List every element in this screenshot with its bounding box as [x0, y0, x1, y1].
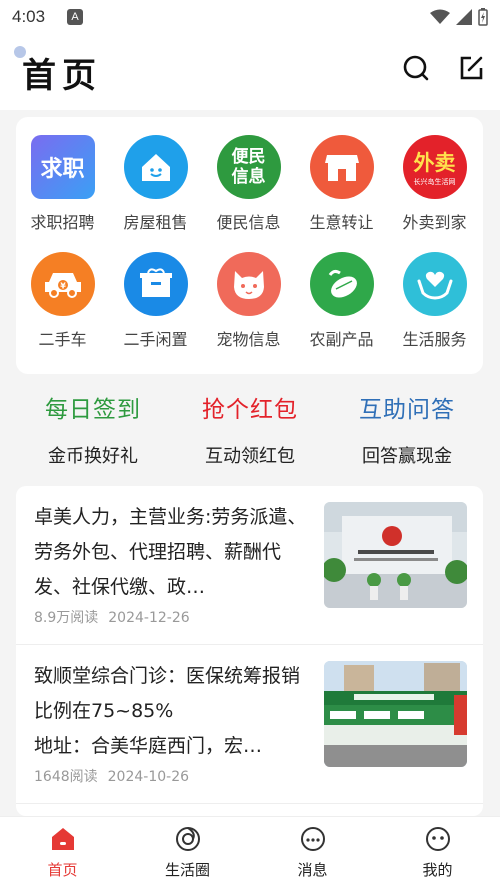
tab-home[interactable]: 首页	[0, 825, 125, 880]
grid-item-house[interactable]: 房屋租售	[109, 135, 202, 245]
mutual-qa[interactable]: 互助问答 回答赢现金	[324, 390, 490, 468]
action-title: 抢个红包	[202, 397, 298, 423]
news-thumbnail	[324, 502, 467, 608]
tab-label: 首页	[47, 861, 78, 879]
grid-item-shop[interactable]: 生意转让	[295, 135, 388, 245]
grid-item-idle[interactable]: 二手闲置	[109, 252, 202, 362]
action-subtitle: 金币换好礼	[48, 446, 138, 467]
job-icon: 求职	[30, 135, 95, 199]
shop-icon	[309, 135, 374, 199]
action-subtitle: 回答赢现金	[362, 446, 452, 467]
vegetable-icon	[309, 252, 374, 316]
profile-icon	[425, 827, 450, 851]
heart-hand-icon	[402, 252, 467, 316]
list-item[interactable]: 致顺堂综合门诊：医保统筹报销比例在75~85% 地址：合美华庭西门，宏… 164…	[16, 645, 483, 803]
divider	[16, 803, 483, 804]
quick-actions: 每日签到 金币换好礼 抢个红包 互动领红包 互助问答 回答赢现金	[0, 384, 500, 484]
battery-icon	[478, 8, 488, 26]
home-icon	[51, 828, 74, 850]
action-title: 互助问答	[359, 397, 455, 423]
wifi-icon	[430, 9, 450, 24]
status-time: 4:03	[12, 7, 46, 26]
circle-icon	[175, 827, 200, 851]
grid-item-pet[interactable]: 宠物信息	[202, 252, 295, 362]
tab-life-circle[interactable]: 生活圈	[125, 825, 250, 880]
grid-label: 求职招聘	[30, 213, 95, 232]
edit-icon	[460, 56, 483, 80]
grid-label: 生活服务	[402, 330, 467, 349]
grid-item-service[interactable]: 生活服务	[388, 252, 481, 362]
category-grid: 求职 求职招聘 房屋租售 便民 信息 便民信息 生意转让 外卖 长兴岛生活网 外…	[16, 117, 483, 374]
grid-item-delivery[interactable]: 外卖 长兴岛生活网 外卖到家	[388, 135, 481, 245]
grid-item-car[interactable]: ¥ 二手车	[16, 252, 109, 362]
news-meta: 1648阅读 2024-10-26	[34, 766, 189, 786]
news-list: 卓美人力，主营业务:劳务派遣、劳务外包、代理招聘、薪酬代发、社保代缴、政… 8.…	[16, 486, 483, 816]
grid-label: 外卖到家	[402, 213, 467, 232]
grid-item-produce[interactable]: 农副产品	[295, 252, 388, 362]
status-icons	[430, 8, 488, 26]
search-button[interactable]	[400, 52, 432, 84]
news-meta: 8.9万阅读 2024-12-26	[34, 607, 190, 627]
car-icon: ¥	[30, 252, 95, 316]
news-thumbnail	[324, 661, 467, 767]
news-title: 致顺堂综合门诊：医保统筹报销比例在75~85% 地址：合美华庭西门，宏…	[34, 665, 301, 757]
compose-button[interactable]	[455, 52, 487, 84]
grid-label: 房屋租售	[123, 213, 188, 232]
tab-profile[interactable]: 我的	[375, 825, 500, 880]
grid-label: 生意转让	[309, 213, 374, 232]
read-count: 8.9万阅读	[34, 610, 99, 626]
grid-label: 农副产品	[309, 330, 374, 349]
message-icon	[300, 827, 325, 851]
signal-icon	[456, 9, 472, 25]
action-subtitle: 互动领红包	[205, 446, 295, 467]
info-icon: 便民 信息	[216, 135, 281, 199]
tab-label: 我的	[422, 861, 453, 879]
tab-label: 消息	[297, 861, 328, 879]
house-icon	[123, 135, 188, 199]
bottom-tab-bar: 首页 生活圈 消息 我的	[0, 816, 500, 888]
read-count: 1648阅读	[34, 769, 98, 785]
publish-date: 2024-12-26	[108, 610, 190, 626]
grab-red-packet[interactable]: 抢个红包 互动领红包	[167, 390, 333, 468]
search-icon	[403, 55, 429, 81]
header: 首页	[0, 34, 500, 110]
publish-date: 2024-10-26	[107, 769, 190, 785]
status-bar: 4:03 A	[0, 0, 500, 34]
box-icon	[123, 252, 188, 316]
cat-icon	[216, 252, 281, 316]
grid-item-info[interactable]: 便民 信息 便民信息	[202, 135, 295, 245]
tab-label: 生活圈	[164, 861, 210, 879]
grid-label: 宠物信息	[216, 330, 281, 349]
svg-text:¥: ¥	[60, 282, 66, 291]
tab-messages[interactable]: 消息	[250, 825, 375, 880]
notification-icon: A	[67, 9, 84, 25]
page-title: 首页	[22, 56, 102, 96]
grid-label: 二手车	[38, 330, 87, 349]
action-title: 每日签到	[45, 397, 141, 423]
news-title: 卓美人力，主营业务:劳务派遣、劳务外包、代理招聘、薪酬代发、社保代缴、政…	[34, 506, 307, 598]
grid-label: 二手闲置	[123, 330, 188, 349]
grid-item-job[interactable]: 求职 求职招聘	[16, 135, 109, 245]
grid-label: 便民信息	[216, 213, 281, 232]
delivery-icon: 外卖 长兴岛生活网	[402, 135, 467, 199]
list-item[interactable]: 卓美人力，主营业务:劳务派遣、劳务外包、代理招聘、薪酬代发、社保代缴、政… 8.…	[16, 486, 483, 644]
daily-checkin[interactable]: 每日签到 金币换好礼	[10, 390, 176, 468]
